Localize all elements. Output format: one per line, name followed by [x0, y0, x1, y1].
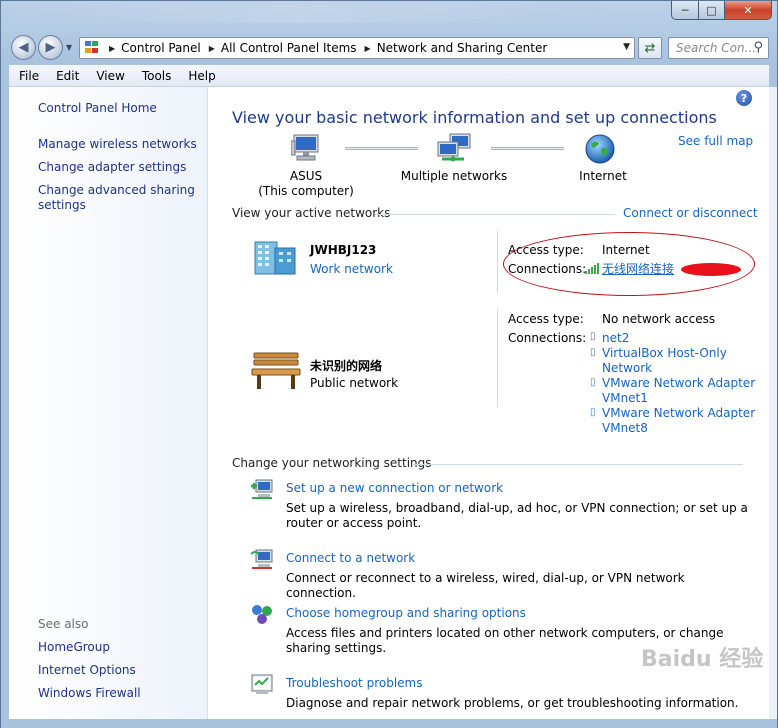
breadcrumb-control-panel[interactable]: Control Panel [121, 41, 201, 55]
see-full-map-link[interactable]: See full map [678, 134, 753, 148]
network-name: 未识别的网络 [310, 359, 383, 373]
globe-icon[interactable] [584, 133, 616, 165]
adapter-vmnet8-link[interactable]: VMware Network Adapter VMnet8 [602, 406, 762, 436]
homegroup-icon [252, 605, 272, 624]
adapter-virtualbox-link[interactable]: VirtualBox Host-Only Network [602, 346, 752, 376]
map-connector-line [345, 147, 418, 150]
sidebar-internet-options[interactable]: Internet Options [38, 663, 136, 678]
refresh-button[interactable]: ⇄ [638, 37, 662, 59]
connect-to-network-link[interactable]: Connect to a network [286, 551, 415, 565]
page-title: View your basic network information and … [232, 108, 717, 127]
scrollbar[interactable] [769, 87, 777, 719]
address-row: ◀ ▶ ▼ ▶ Control Panel ▶ All Control Pane… [1, 33, 777, 61]
maximize-button[interactable]: □ [698, 1, 725, 20]
computer-icon[interactable] [291, 133, 323, 163]
refresh-icon: ⇄ [644, 40, 656, 56]
close-button[interactable]: ✕ [724, 1, 772, 20]
map-computer-name: ASUS [289, 169, 323, 183]
new-connection-icon [251, 479, 273, 499]
building-icon [254, 241, 296, 275]
setup-new-connection-link[interactable]: Set up a new connection or network [286, 481, 503, 495]
menu-file[interactable]: File [9, 69, 46, 83]
access-type-label: Access type: [508, 312, 584, 326]
sidebar-manage-wireless[interactable]: Manage wireless networks [38, 137, 197, 152]
recent-pages-dropdown[interactable]: ▼ [66, 43, 72, 52]
menu-tools[interactable]: Tools [132, 69, 179, 83]
close-icon: ✕ [743, 3, 753, 17]
breadcrumb-separator-icon[interactable]: ▶ [209, 44, 215, 53]
change-settings-title: Change your networking settings [232, 456, 432, 470]
breadcrumb-all-items[interactable]: All Control Panel Items [221, 41, 357, 55]
active-networks-title: View your active networks [232, 206, 391, 220]
main-content: ? View your basic network information an… [208, 87, 769, 719]
title-bar[interactable]: ─ □ ✕ [1, 1, 777, 29]
menu-edit[interactable]: Edit [46, 69, 86, 83]
sidebar-control-panel-home[interactable]: Control Panel Home [38, 101, 157, 116]
connect-network-icon [250, 549, 273, 569]
map-computer-note: (This computer) [258, 184, 354, 198]
connect-to-network-desc: Connect or reconnect to a wireless, wire… [286, 571, 685, 600]
map-internet: Internet [579, 169, 627, 183]
help-icon[interactable]: ? [736, 90, 752, 106]
section-divider [413, 464, 743, 465]
window-bottom-edge [1, 719, 777, 728]
forward-button[interactable]: ▶ [38, 35, 63, 60]
sidebar-windows-firewall[interactable]: Windows Firewall [38, 686, 141, 701]
network-adapter-icon: ▯ [590, 347, 596, 358]
breadcrumb-separator-icon[interactable]: ▶ [109, 44, 115, 53]
control-panel-icon [85, 41, 101, 55]
forward-arrow-icon: ▶ [45, 40, 56, 55]
network-type-link[interactable]: Work network [310, 262, 393, 276]
maximize-icon: □ [706, 3, 717, 17]
setup-new-connection-desc: Set up a wireless, broadband, dial-up, a… [286, 501, 748, 530]
access-type-value: No network access [602, 312, 716, 326]
column-divider [497, 231, 498, 293]
back-arrow-icon: ◀ [18, 40, 29, 55]
network-type: Public network [310, 376, 399, 390]
bench-icon [251, 352, 301, 389]
map-multiple-networks: Multiple networks [400, 169, 508, 183]
network-name: JWHBJ123 [310, 243, 377, 257]
search-icon[interactable]: ⚲ [753, 40, 763, 55]
back-button[interactable]: ◀ [11, 35, 36, 60]
baidu-watermark: Baidu 经验 [641, 647, 764, 672]
search-placeholder: Search Con... [676, 41, 757, 55]
sidebar: Control Panel Home Manage wireless netwo… [9, 87, 208, 719]
menu-view[interactable]: View [86, 69, 131, 83]
troubleshoot-link[interactable]: Troubleshoot problems [286, 676, 422, 690]
section-divider [375, 214, 615, 215]
see-also-title: See also [38, 617, 89, 631]
sidebar-change-advanced-sharing[interactable]: Change advanced sharing settings [38, 183, 198, 213]
minimize-icon: ─ [681, 3, 689, 17]
window: ─ □ ✕ ◀ ▶ ▼ ▶ Control Panel ▶ All Contro… [0, 0, 778, 728]
map-computer-label: ASUS (This computer) [258, 169, 354, 199]
adapter-net2-link[interactable]: net2 [602, 331, 629, 346]
menu-help[interactable]: Help [178, 69, 222, 83]
network-adapter-icon: ▯ [590, 407, 596, 418]
troubleshoot-icon [251, 674, 273, 694]
network-adapter-icon: ▯ [590, 331, 596, 342]
adapter-vmnet1-link[interactable]: VMware Network Adapter VMnet1 [602, 376, 762, 406]
minimize-button[interactable]: ─ [671, 1, 699, 20]
breadcrumb-separator-icon[interactable]: ▶ [365, 44, 371, 53]
network-adapter-icon: ▯ [590, 377, 596, 388]
title-blur [1, 1, 601, 23]
menu-bar: File Edit View Tools Help [9, 65, 769, 87]
connect-or-disconnect-link[interactable]: Connect or disconnect [623, 206, 758, 220]
sidebar-change-adapter[interactable]: Change adapter settings [38, 160, 186, 175]
annotation-ellipse [503, 232, 755, 296]
address-bar[interactable]: ▶ Control Panel ▶ All Control Panel Item… [79, 37, 635, 59]
column-divider [497, 309, 498, 407]
connections-label: Connections: [508, 331, 587, 345]
map-connector-line [491, 147, 564, 150]
sidebar-homegroup[interactable]: HomeGroup [38, 640, 110, 655]
search-input[interactable]: Search Con... ⚲ [668, 37, 769, 59]
breadcrumb-network-sharing[interactable]: Network and Sharing Center [377, 41, 548, 55]
address-dropdown-icon[interactable]: ▼ [623, 42, 630, 52]
homegroup-sharing-link[interactable]: Choose homegroup and sharing options [286, 606, 526, 620]
multiple-networks-icon[interactable] [436, 133, 472, 163]
